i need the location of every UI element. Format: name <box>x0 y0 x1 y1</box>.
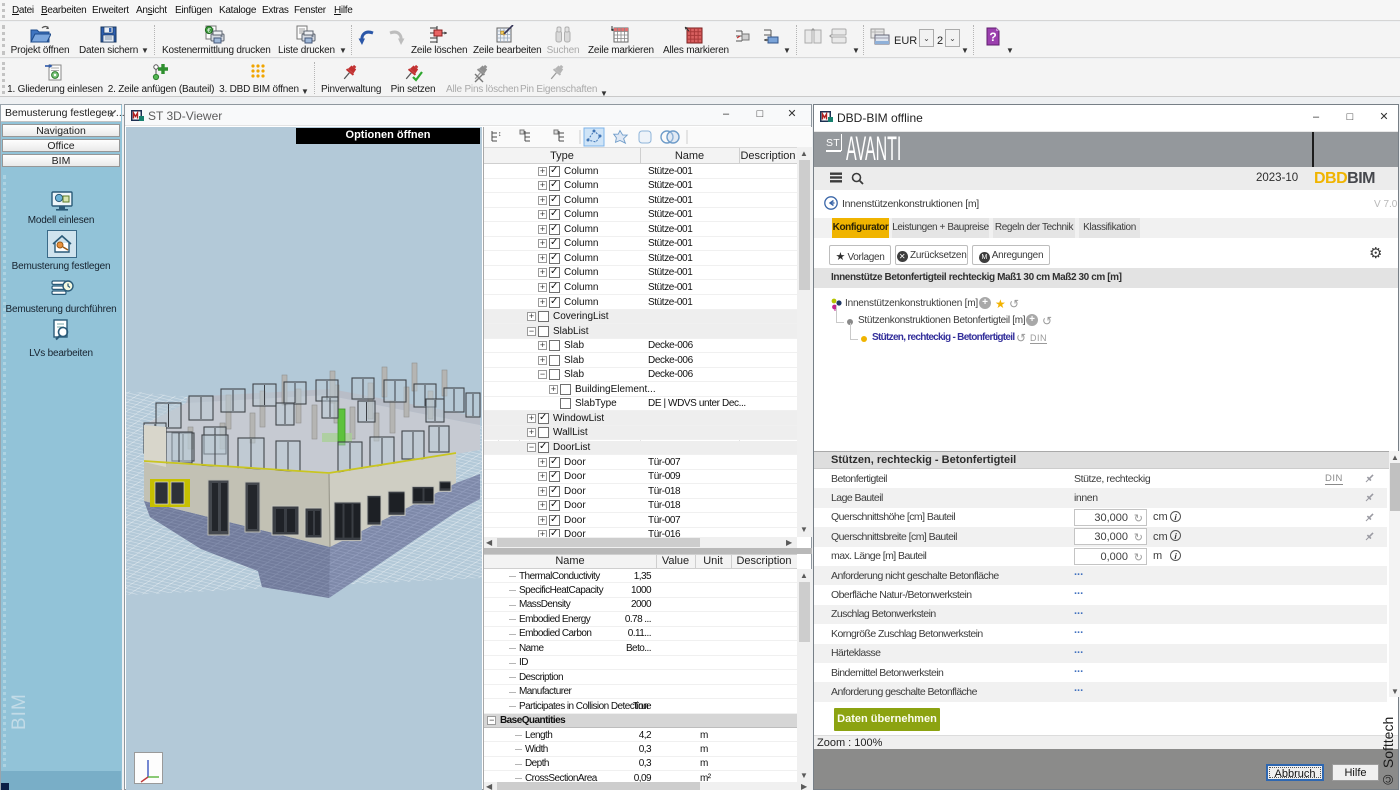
svg-text:€: € <box>207 27 211 34</box>
svg-text:?: ? <box>989 30 996 44</box>
